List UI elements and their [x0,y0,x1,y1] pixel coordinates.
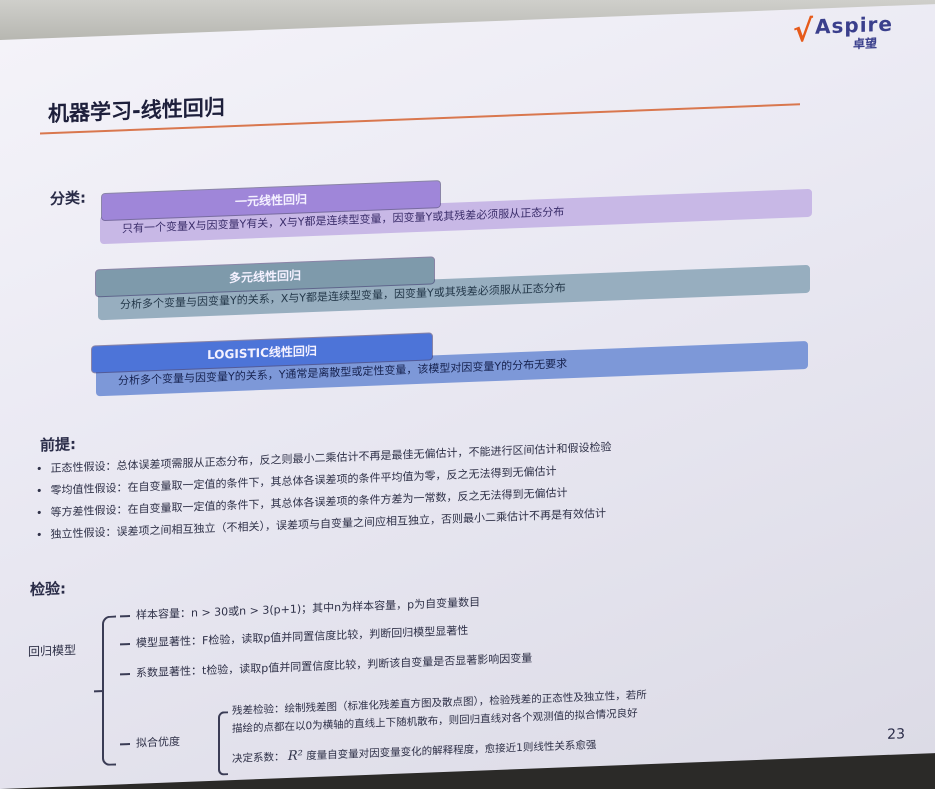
fit-determination: 决定系数： R² 度量自变量对因变量变化的解释程度，愈接近1则线性关系愈强 [232,739,597,766]
tree-bracket [102,615,116,767]
section-test-label: 检验: [30,579,66,599]
premise-list: 正态性假设：总体误差项需服从正态分布，反之则最小二乘估计不再是最佳无偏估计，不能… [36,426,896,547]
section-premise-label: 前提: [40,435,76,455]
test-coefficient-significance: 系数显著性：t检验，读取p值并同置信度比较，判断该自变量是否显著影响因变量 [120,650,532,682]
aspire-logo: √ Aspire 卓望 [793,11,913,56]
fit-bracket [218,711,228,776]
test-goodness-of-fit: 拟合优度 [120,733,180,751]
r-squared-symbol: R² [287,748,303,764]
logo-brand-cn: 卓望 [853,36,878,52]
presentation-slide: √ Aspire 卓望 机器学习-线性回归 分类: 只有一个变量X与因变量Y有关… [0,4,935,789]
tree-root-label: 回归模型 [28,643,77,659]
slide-title: 机器学习-线性回归 [48,95,225,127]
page-number: 23 [887,726,905,743]
logo-mark-icon: √ [793,13,814,50]
test-model-significance: 模型显著性：F检验，读取p值并同置信度比较，判断回归模型显著性 [120,622,468,651]
test-sample-size: 样本容量：n > 30或n > 3(p+1)；其中n为样本容量，p为自变量数目 [120,594,480,624]
section-classify-label: 分类: [50,188,86,209]
